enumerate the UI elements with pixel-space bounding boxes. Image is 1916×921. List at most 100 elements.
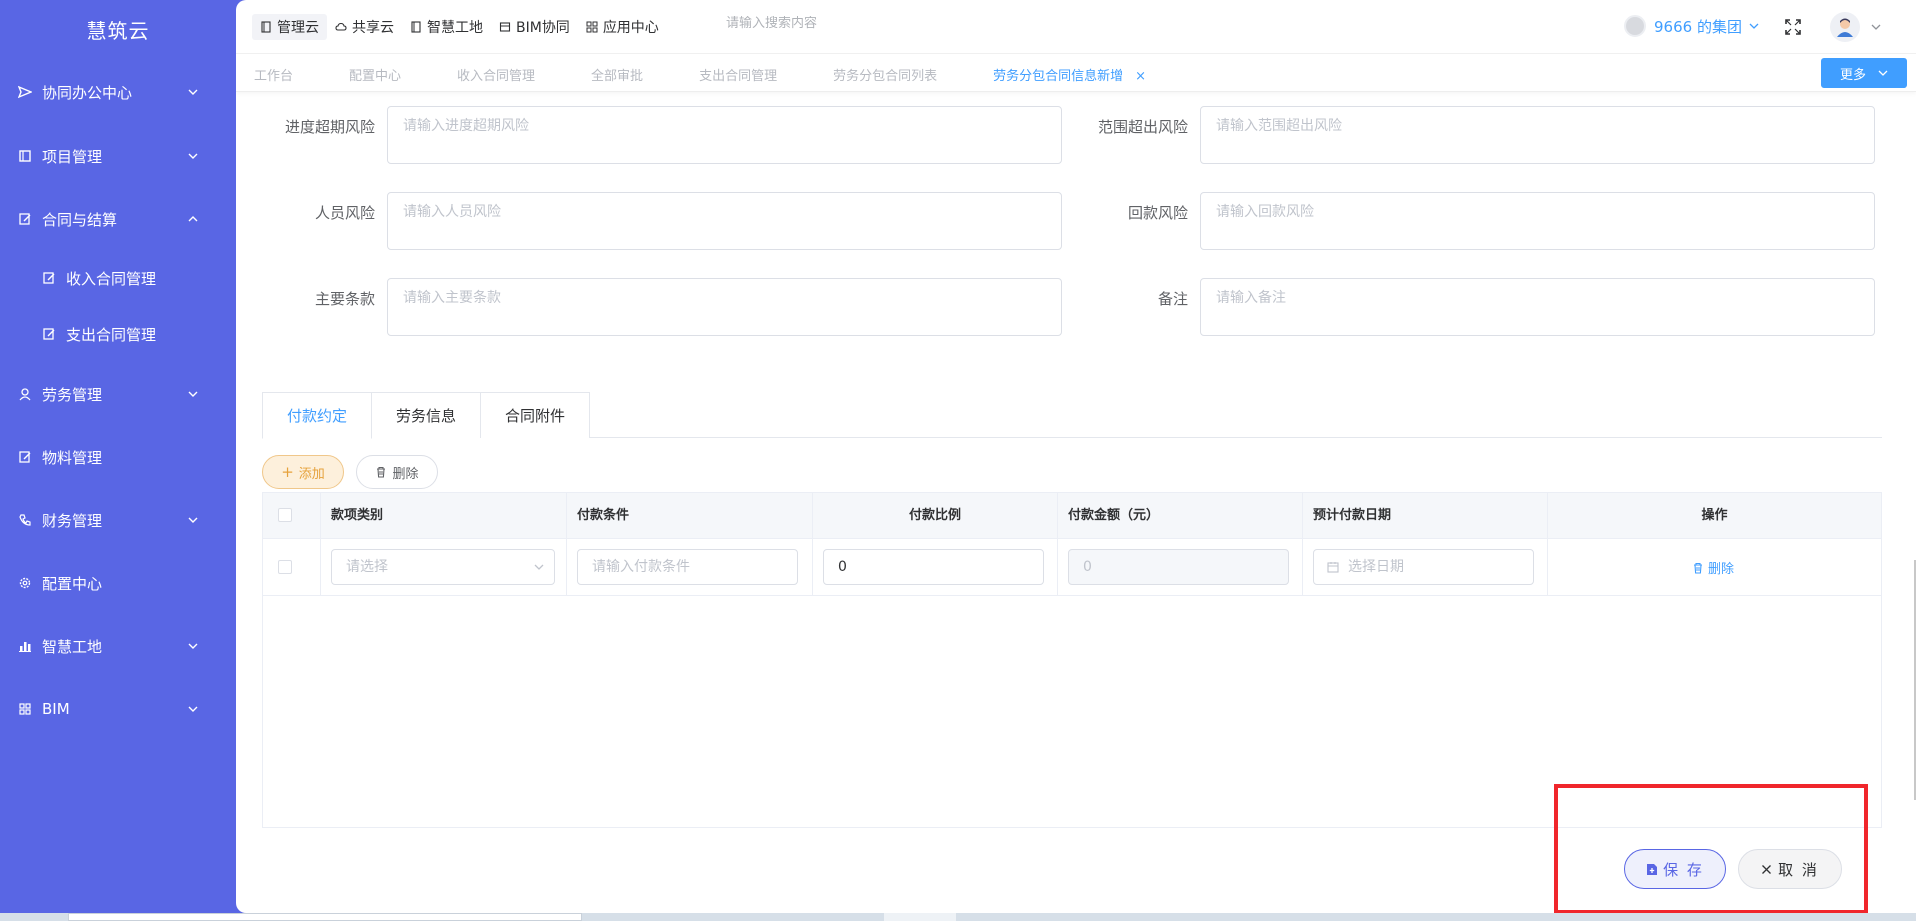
payment-date-picker[interactable] <box>1313 549 1534 585</box>
sidebar-item-income-contract[interactable]: 收入合同管理 <box>0 258 236 298</box>
schedule-risk-field[interactable] <box>387 106 1062 164</box>
document-save-icon <box>1647 863 1658 875</box>
cancel-label: 取 消 <box>1778 860 1819 879</box>
detail-tabs: 付款约定 劳务信息 合同附件 <box>262 392 1882 439</box>
category-select[interactable] <box>331 549 555 585</box>
sidebar-item-label: 项目管理 <box>42 147 103 166</box>
tab-tags: 工作台 配置中心 收入合同管理 全部审批 支出合同管理 劳务分包合同列表 劳务分… <box>254 65 1202 84</box>
taskbar-strip <box>0 913 1916 921</box>
fullscreen-icon[interactable] <box>1784 18 1802 36</box>
plus-icon: + <box>281 463 294 481</box>
tag-labor-subcontract-list[interactable]: 劳务分包合同列表 <box>833 65 937 84</box>
td-ratio <box>813 539 1058 596</box>
chevron-down-icon <box>1749 23 1759 29</box>
form-row-3: 主要条款 备注 <box>262 278 1875 340</box>
th-select <box>263 493 321 539</box>
td-category <box>321 539 567 596</box>
tag-labor-subcontract-new[interactable]: 劳务分包合同信息新增 × <box>993 65 1146 84</box>
chevron-down-icon <box>188 643 198 649</box>
edit-icon <box>42 271 56 285</box>
sidebar-item-config[interactable]: 配置中心 <box>0 563 236 603</box>
tab-payment-terms[interactable]: 付款约定 <box>262 392 372 439</box>
close-icon[interactable]: × <box>1135 69 1146 84</box>
scope-risk-field[interactable] <box>1200 106 1875 164</box>
tag-income-contract[interactable]: 收入合同管理 <box>457 65 535 84</box>
tag-bar: 工作台 配置中心 收入合同管理 全部审批 支出合同管理 劳务分包合同列表 劳务分… <box>236 54 1916 92</box>
save-button[interactable]: 保 存 <box>1624 849 1726 889</box>
td-condition <box>567 539 813 596</box>
payment-risk-field[interactable] <box>1200 192 1875 250</box>
top-nav-smart-site[interactable]: 智慧工地 <box>402 14 491 40</box>
sidebar-item-smart-site[interactable]: 智慧工地 <box>0 626 236 666</box>
trash-icon <box>377 466 386 478</box>
tag-workbench[interactable]: 工作台 <box>254 65 293 84</box>
sidebar-item-labor[interactable]: 劳务管理 <box>0 374 236 414</box>
payment-table: 款项类别 付款条件 付款比例 付款金额（元） 预计付款日期 操作 请选择 请输入… <box>262 492 1882 828</box>
th-date: 预计付款日期 <box>1303 493 1548 539</box>
sidebar-item-collab-office[interactable]: 协同办公中心 <box>0 72 236 112</box>
sidebar-item-contract[interactable]: 合同与结算 <box>0 199 236 239</box>
remarks-field[interactable] <box>1200 278 1875 336</box>
payment-ratio-input[interactable] <box>823 549 1044 585</box>
personnel-risk-field[interactable] <box>387 192 1062 250</box>
chevron-down-icon <box>188 89 198 95</box>
table-row: 删除 <box>263 539 1881 596</box>
top-nav-shared-cloud[interactable]: 共享云 <box>327 14 402 40</box>
th-amount: 付款金额（元） <box>1058 493 1303 539</box>
sidebar-item-label: 收入合同管理 <box>66 269 157 288</box>
chevron-up-icon <box>188 216 198 222</box>
calendar-icon <box>1327 562 1339 573</box>
tab-labor-info[interactable]: 劳务信息 <box>371 392 481 438</box>
field-label-main-terms: 主要条款 <box>314 290 375 308</box>
more-button[interactable]: 更多 <box>1821 58 1907 88</box>
row-checkbox[interactable] <box>278 560 292 574</box>
more-label: 更多 <box>1839 67 1866 83</box>
sidebar-item-label: BIM <box>42 700 70 718</box>
td-date <box>1303 539 1548 596</box>
org-switcher[interactable]: 9666 的集团 <box>1624 15 1760 37</box>
tag-all-approval[interactable]: 全部审批 <box>591 65 643 84</box>
chevron-down-icon <box>188 706 198 712</box>
sidebar-item-label: 智慧工地 <box>42 637 103 656</box>
sidebar-item-expense-contract[interactable]: 支出合同管理 <box>0 314 236 354</box>
top-nav-management-cloud[interactable]: 管理云 <box>252 14 327 40</box>
delete-button[interactable]: 删除 <box>356 455 438 489</box>
payment-condition-input[interactable] <box>577 549 798 585</box>
save-label: 保 存 <box>1663 860 1704 879</box>
row-delete-button[interactable]: 删除 <box>1692 558 1734 577</box>
user-avatar-icon <box>1837 18 1853 37</box>
org-badge-icon <box>1624 15 1646 37</box>
top-nav-label: 智慧工地 <box>427 20 483 36</box>
form-row-1: 进度超期风险 范围超出风险 <box>262 106 1875 168</box>
select-all-checkbox[interactable] <box>278 508 292 522</box>
sidebar-item-label: 劳务管理 <box>42 385 103 404</box>
payment-amount-input <box>1068 549 1289 585</box>
chevron-down-icon <box>534 564 544 570</box>
avatar[interactable] <box>1830 12 1860 42</box>
sidebar-item-material[interactable]: 物料管理 <box>0 437 236 477</box>
top-nav-bim[interactable]: BIM协同 <box>491 14 578 40</box>
trash-icon <box>1694 562 1702 574</box>
top-nav-app-center[interactable]: 应用中心 <box>578 14 667 40</box>
send-icon <box>18 85 32 99</box>
tag-config-center[interactable]: 配置中心 <box>349 65 401 84</box>
top-nav-label: 管理云 <box>277 20 319 36</box>
field-label-remarks: 备注 <box>1157 290 1188 308</box>
sidebar-item-project[interactable]: 项目管理 <box>0 136 236 176</box>
add-button[interactable]: + 添加 <box>262 455 344 489</box>
book-icon <box>18 149 32 163</box>
sidebar: 慧筑云 协同办公中心 项目管理 合同与结算 收入合同管理 支出合同管理 劳务管理… <box>0 0 236 921</box>
sidebar-item-bim[interactable]: BIM <box>0 689 236 729</box>
tag-expense-contract[interactable]: 支出合同管理 <box>699 65 777 84</box>
td-amount <box>1058 539 1303 596</box>
delete-label: 删除 <box>392 466 419 482</box>
th-category: 款项类别 <box>321 493 567 539</box>
main-terms-field[interactable] <box>387 278 1062 336</box>
add-label: 添加 <box>298 466 325 482</box>
chevron-down-icon[interactable] <box>1870 21 1882 33</box>
tab-contract-attachments[interactable]: 合同附件 <box>480 392 590 438</box>
sidebar-item-finance[interactable]: 财务管理 <box>0 500 236 540</box>
cancel-button[interactable]: 取 消 <box>1738 849 1842 889</box>
book-icon <box>411 21 421 33</box>
search-input[interactable] <box>726 16 926 31</box>
